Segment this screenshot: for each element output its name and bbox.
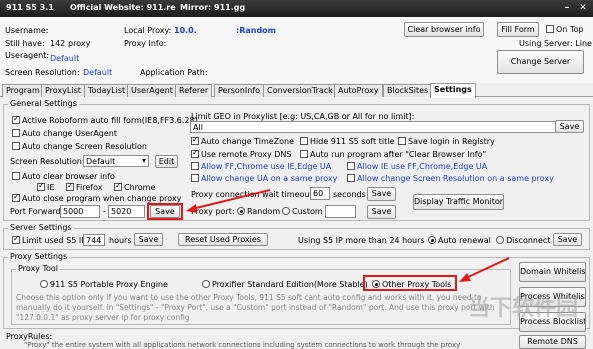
arrow-to-other-proxy [465,257,510,279]
watermark-logo: 当下软件园 [468,296,579,321]
arrow-head-other-proxy [459,273,471,282]
arrow-to-save [191,189,271,210]
arrow-head-save [186,204,197,213]
